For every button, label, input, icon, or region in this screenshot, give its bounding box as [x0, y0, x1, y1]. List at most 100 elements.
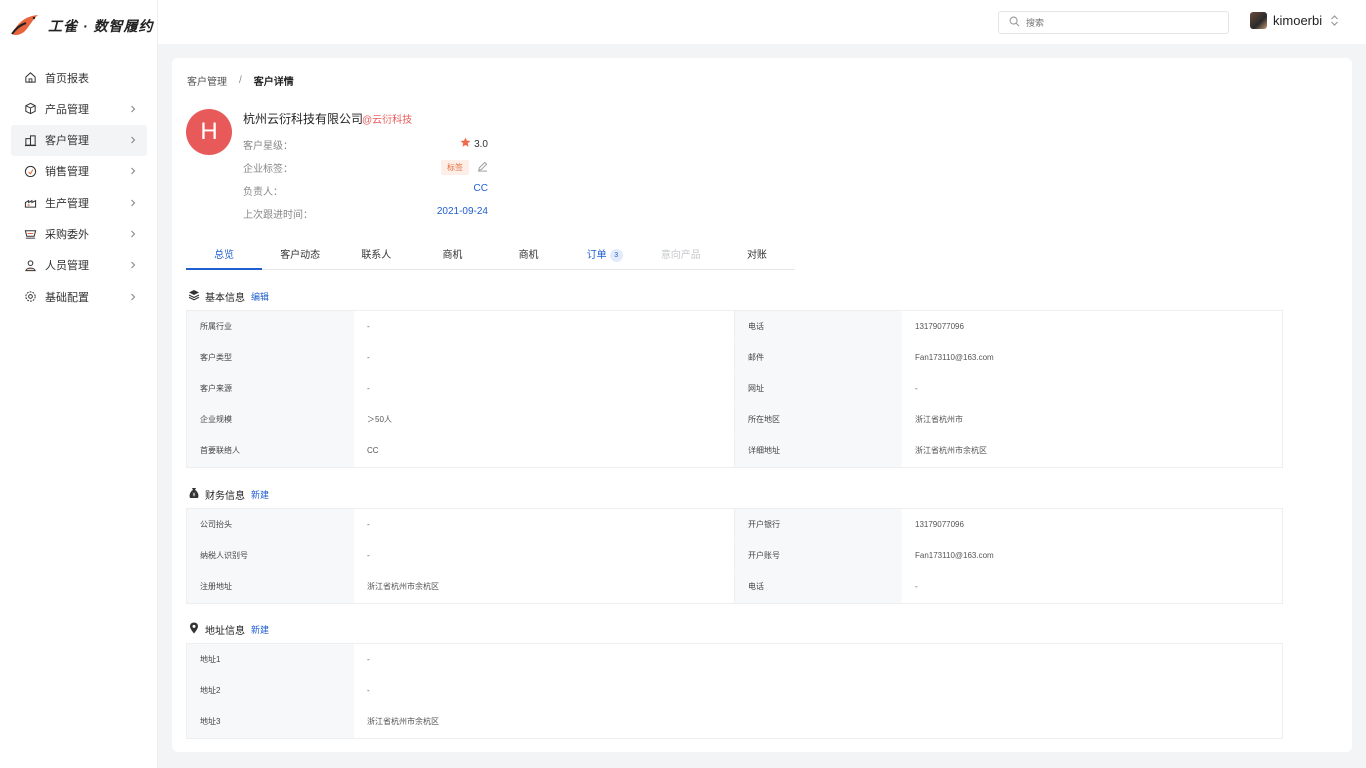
field-label: 开户银行 — [735, 509, 902, 541]
sidebar-item-4[interactable]: 生产管理 — [11, 187, 147, 218]
sidebar-item-label: 首页报表 — [45, 72, 89, 85]
chevron-right-icon — [127, 261, 139, 269]
search-icon — [1009, 16, 1020, 30]
star-value: 3.0 — [474, 138, 488, 150]
owner-value[interactable]: CC — [474, 183, 488, 194]
search-box[interactable] — [998, 11, 1229, 34]
field-value: 浙江省杭州市余杭区 — [354, 571, 735, 603]
chevron-right-icon — [127, 293, 139, 301]
new-address-link[interactable]: 新建 — [251, 623, 269, 636]
field-label: 客户来源 — [187, 373, 354, 405]
chevron-right-icon — [127, 167, 139, 175]
basic-info-header: 基本信息 编辑 — [188, 289, 269, 304]
tab-1[interactable]: 客户动态 — [262, 244, 338, 269]
star-label: 客户星级： — [243, 141, 293, 152]
sidebar-item-5[interactable]: 采购委外 — [11, 218, 147, 249]
sidebar-item-0[interactable]: 首页报表 — [11, 62, 147, 93]
field-value: - — [354, 373, 735, 405]
field-label: 网址 — [735, 373, 902, 405]
field-label: 详细地址 — [735, 435, 902, 467]
chevron-right-icon — [127, 199, 139, 207]
sales-icon — [23, 164, 37, 178]
box-icon — [23, 102, 37, 116]
tab-7[interactable]: 对账 — [719, 244, 795, 269]
brand-logo[interactable]: 工雀 · 数智履约 — [10, 12, 153, 40]
tab-5[interactable]: 订单 3 — [567, 244, 643, 269]
field-value: 13179077096 — [915, 321, 964, 331]
breadcrumb-current: 客户详情 — [253, 77, 294, 88]
field-label: 地址1 — [187, 644, 354, 676]
basic-info-title: 基本信息 — [205, 293, 245, 304]
edit-pencil-icon[interactable] — [477, 161, 488, 175]
field-value: Fan173110@163.com — [915, 352, 994, 362]
settings-icon — [23, 290, 37, 304]
bird-logo-icon — [10, 12, 40, 41]
field-label: 注册地址 — [187, 571, 354, 603]
tab-label: 联系人 — [361, 250, 392, 261]
tab-0[interactable]: 总览 — [186, 244, 263, 270]
breadcrumb-parent-link[interactable]: 客户管理 — [187, 73, 227, 88]
address-info-table: 地址1 - 地址2 - 地址3 浙江省杭州市余杭区 — [186, 643, 1283, 739]
field-value: - — [354, 311, 735, 343]
location-pin-icon — [188, 622, 205, 637]
money-bag-icon: ¥ — [188, 487, 205, 502]
purchase-icon — [23, 227, 37, 241]
field-label: 所在地区 — [735, 404, 902, 436]
layers-icon — [188, 289, 205, 304]
tag-chip: 标签 — [441, 160, 469, 175]
user-menu[interactable]: kimoerbi — [1250, 12, 1339, 29]
sidebar-item-label: 基础配置 — [45, 291, 89, 304]
avatar — [1250, 12, 1267, 29]
star-rating: 3.0 — [460, 137, 488, 151]
sidebar-item-label: 客户管理 — [45, 135, 89, 148]
sidebar-item-label: 人员管理 — [45, 260, 89, 273]
field-label: 电话 — [735, 571, 902, 603]
sidebar-nav: 首页报表产品管理客户管理销售管理 生产管理采购委外人员管理基础配置 — [11, 62, 147, 312]
field-value: ＞50人 — [354, 404, 735, 436]
breadcrumb-separator: / — [239, 75, 242, 86]
field-label: 公司抬头 — [187, 509, 354, 541]
star-icon — [460, 137, 474, 151]
chevron-right-icon — [127, 105, 139, 113]
sidebar-item-6[interactable]: 人员管理 — [11, 250, 147, 281]
field-label: 地址2 — [187, 675, 354, 707]
tab-4[interactable]: 商机 — [491, 244, 567, 269]
tab-label: 对账 — [746, 250, 767, 261]
address-info-title: 地址信息 — [205, 626, 245, 637]
field-value: 浙江省杭州市余杭区 — [367, 716, 439, 726]
address-info-header: 地址信息 新建 — [188, 622, 269, 637]
tab-2[interactable]: 联系人 — [338, 244, 414, 269]
field-label: 企业规模 — [187, 404, 354, 436]
sidebar-item-2[interactable]: 客户管理 — [11, 124, 147, 156]
brand-name: 工雀 · 数智履约 — [48, 18, 154, 34]
star-row: 客户星级： 3.0 — [243, 137, 488, 152]
sidebar-item-3[interactable]: 销售管理 — [11, 156, 147, 187]
new-finance-link[interactable]: 新建 — [251, 488, 269, 501]
field-value: 13179077096 — [915, 519, 964, 529]
tab-label: 商机 — [442, 250, 463, 261]
sidebar: 工雀 · 数智履约 首页报表产品管理客户管理销售管理 生产管理采购委外人员管理基础… — [0, 0, 158, 768]
sidebar-item-1[interactable]: 产品管理 — [11, 93, 147, 124]
tab-label: 客户动态 — [280, 250, 321, 261]
username: kimoerbi — [1273, 13, 1323, 28]
search-input[interactable] — [1026, 17, 1206, 28]
field-label: 开户账号 — [735, 540, 902, 572]
sidebar-item-label: 采购委外 — [45, 228, 89, 241]
field-label: 邮件 — [735, 342, 902, 374]
follow-label: 上次跟进时间： — [243, 210, 313, 221]
tab-6: 意向产品 — [643, 244, 719, 269]
field-value: - — [915, 383, 918, 393]
user-icon — [23, 258, 37, 272]
field-label: 电话 — [735, 311, 902, 343]
field-value: 浙江省杭州市 — [915, 415, 963, 425]
edit-basic-link[interactable]: 编辑 — [251, 290, 269, 303]
tag-values: 标签 — [441, 160, 488, 175]
follow-row: 上次跟进时间： 2021-09-24 — [243, 206, 488, 221]
sidebar-item-7[interactable]: 基础配置 — [11, 281, 147, 312]
building-icon — [23, 133, 37, 147]
chevron-right-icon — [127, 136, 139, 144]
chevron-right-icon — [127, 230, 139, 238]
follow-date: 2021-09-24 — [436, 206, 488, 217]
field-value: CC — [354, 435, 735, 467]
tab-3[interactable]: 商机 — [414, 244, 490, 269]
